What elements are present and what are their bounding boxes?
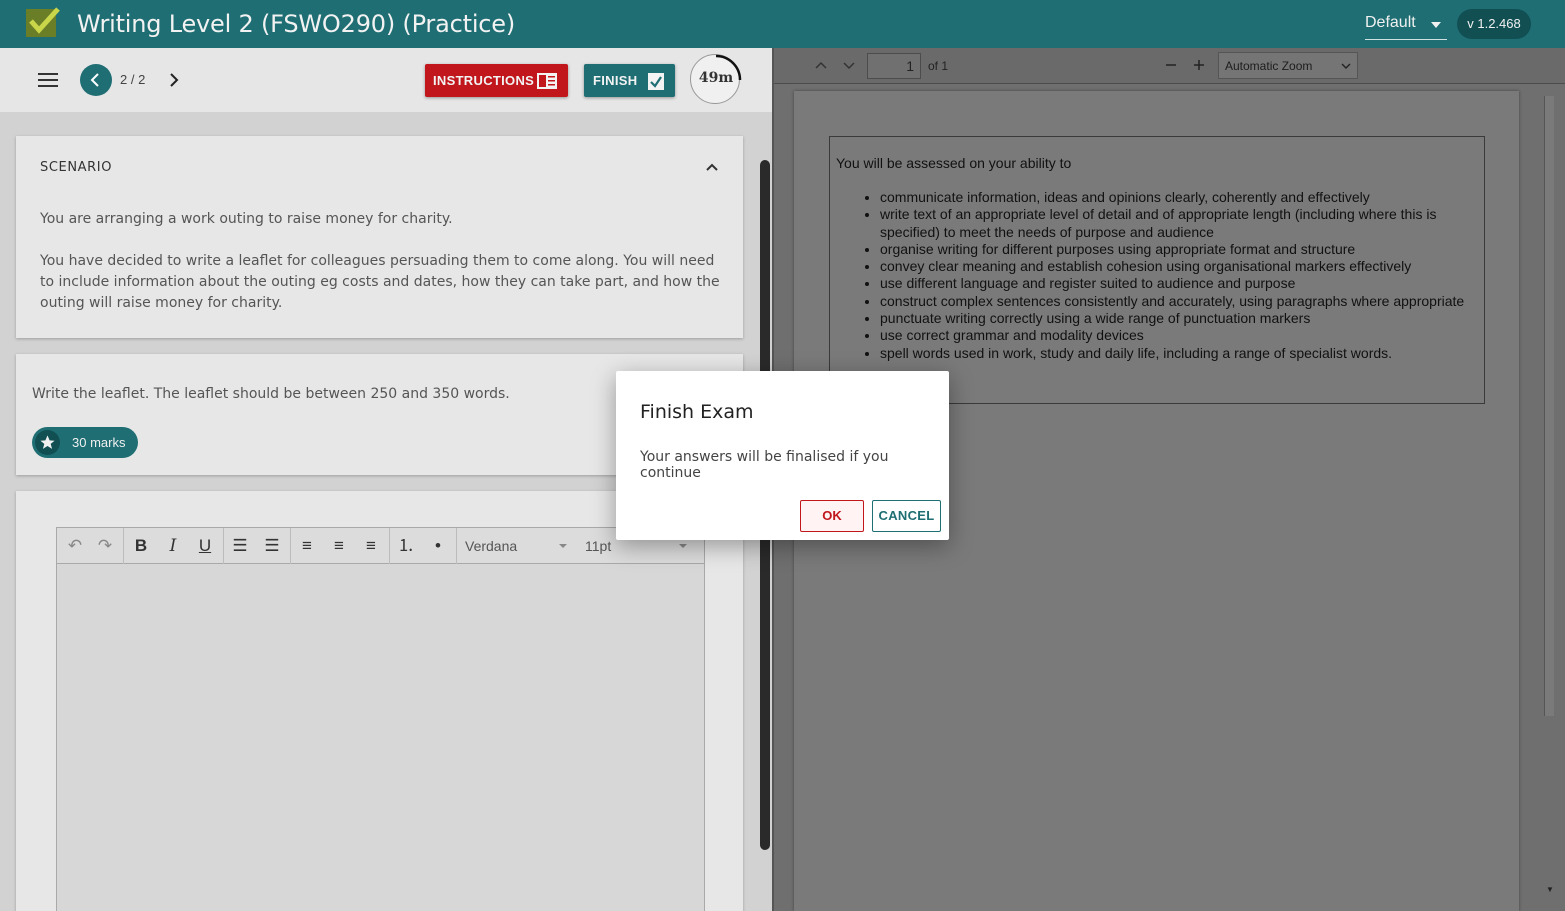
next-question-button[interactable] bbox=[160, 64, 186, 96]
align-left-icon[interactable]: ≡ bbox=[297, 536, 317, 556]
book-icon bbox=[537, 73, 557, 89]
app-title: Writing Level 2 (FSWO290) (Practice) bbox=[77, 10, 516, 38]
zoom-out-icon[interactable] bbox=[1164, 58, 1178, 72]
list-item: use correct grammar and modality devices bbox=[880, 327, 1470, 344]
instructions-button-label: INSTRUCTIONS bbox=[433, 73, 535, 88]
chevron-left-icon bbox=[90, 73, 99, 87]
pdf-scrollbar-thumb[interactable] bbox=[1544, 96, 1554, 716]
list-item: use different language and register suit… bbox=[880, 275, 1470, 292]
marks-badge: 30 marks bbox=[32, 427, 138, 458]
zoom-select-value: Automatic Zoom bbox=[1225, 59, 1313, 73]
font-size-select[interactable]: 11pt bbox=[585, 538, 685, 554]
underline-icon[interactable]: U bbox=[195, 536, 215, 556]
list-item: write text of an appropriate level of de… bbox=[880, 206, 1470, 241]
chevron-right-icon bbox=[170, 73, 179, 87]
chevron-up-icon[interactable] bbox=[705, 160, 719, 174]
pdf-page-input[interactable]: 1 bbox=[867, 53, 921, 79]
star-icon bbox=[35, 430, 60, 455]
previous-question-button[interactable] bbox=[80, 64, 112, 96]
chevron-down-icon[interactable] bbox=[842, 58, 856, 72]
theme-select-value: Default bbox=[1365, 14, 1416, 31]
list-item: convey clear meaning and establish cohes… bbox=[880, 258, 1470, 275]
pdf-scrollbar[interactable] bbox=[1544, 96, 1554, 716]
caret-down-icon bbox=[1431, 22, 1441, 28]
zoom-select[interactable]: Automatic Zoom bbox=[1218, 52, 1358, 79]
assessment-criteria-list: communicate information, ideas and opini… bbox=[880, 189, 1470, 362]
pdf-page-count: of 1 bbox=[928, 59, 949, 73]
list-item: communicate information, ideas and opini… bbox=[880, 189, 1470, 206]
finish-button-label: FINISH bbox=[593, 73, 638, 88]
list-item: spell words used in work, study and dail… bbox=[880, 345, 1470, 362]
bullet-list-icon[interactable]: • bbox=[428, 536, 448, 556]
finish-button[interactable]: FINISH bbox=[584, 64, 675, 97]
font-family-select[interactable]: Verdana bbox=[465, 538, 565, 554]
scenario-paragraph: You are arranging a work outing to raise… bbox=[40, 211, 453, 227]
indent-icon[interactable]: ☰ bbox=[262, 536, 282, 556]
align-center-icon[interactable]: ≡ bbox=[329, 536, 349, 556]
list-item: organise writing for different purposes … bbox=[880, 241, 1470, 258]
question-counter: 2 / 2 bbox=[120, 72, 146, 87]
editor-toolbar: ↶ ↷ B I U ☰ ☰ ≡ ≡ ≡ ⒈ • Verdana 11pt bbox=[57, 528, 704, 564]
scenario-heading: SCENARIO bbox=[40, 160, 113, 175]
rich-text-editor[interactable]: ↶ ↷ B I U ☰ ☰ ≡ ≡ ≡ ⒈ • Verdana 11pt bbox=[56, 527, 705, 911]
exam-timer: 49m bbox=[690, 54, 742, 104]
scroll-down-arrow-icon[interactable]: ▼ bbox=[1546, 885, 1554, 894]
scenario-panel: SCENARIO You are arranging a work outing… bbox=[16, 136, 743, 338]
assessment-criteria-box: You will be assessed on your ability to … bbox=[829, 136, 1485, 404]
instructions-button[interactable]: INSTRUCTIONS bbox=[425, 64, 568, 97]
undo-icon[interactable]: ↶ bbox=[65, 536, 85, 556]
timer-value: 49m bbox=[698, 70, 734, 86]
marks-label: 30 marks bbox=[72, 435, 126, 450]
pdf-toolbar: 1 of 1 Automatic Zoom bbox=[774, 48, 1565, 84]
caret-down-icon bbox=[679, 544, 687, 548]
finish-exam-dialog: Finish Exam Your answers will be finalis… bbox=[616, 371, 949, 540]
menu-icon[interactable] bbox=[38, 73, 58, 87]
bold-icon[interactable]: B bbox=[131, 536, 151, 556]
question-toolbar: 2 / 2 INSTRUCTIONS FINISH 49m bbox=[0, 48, 772, 112]
outdent-icon[interactable]: ☰ bbox=[230, 536, 250, 556]
align-right-icon[interactable]: ≡ bbox=[361, 536, 381, 556]
scenario-paragraph: You have decided to write a leaflet for … bbox=[40, 253, 720, 311]
numbered-list-icon[interactable]: ⒈ bbox=[396, 536, 416, 556]
zoom-in-icon[interactable] bbox=[1192, 58, 1206, 72]
version-badge: v 1.2.468 bbox=[1457, 9, 1531, 39]
chevron-up-icon[interactable] bbox=[814, 58, 828, 72]
question-text: Write the leaflet. The leaflet should be… bbox=[32, 386, 510, 402]
chevron-down-icon bbox=[1341, 63, 1351, 69]
cancel-button[interactable]: CANCEL bbox=[872, 500, 941, 532]
assessment-intro: You will be assessed on your ability to bbox=[836, 155, 1072, 171]
redo-icon[interactable]: ↷ bbox=[95, 536, 115, 556]
list-item: construct complex sentences consistently… bbox=[880, 293, 1470, 310]
caret-down-icon bbox=[559, 544, 567, 548]
ok-button[interactable]: OK bbox=[800, 500, 864, 532]
answer-panel: ↶ ↷ B I U ☰ ☰ ≡ ≡ ≡ ⒈ • Verdana 11pt bbox=[16, 491, 743, 911]
app-logo-icon bbox=[26, 7, 60, 37]
list-item: punctuate writing correctly using a wide… bbox=[880, 310, 1470, 327]
dialog-title: Finish Exam bbox=[640, 401, 754, 423]
dialog-message: Your answers will be finalised if you co… bbox=[640, 449, 889, 481]
app-header: Writing Level 2 (FSWO290) (Practice) Def… bbox=[0, 0, 1565, 48]
theme-select[interactable]: Default bbox=[1365, 10, 1447, 40]
italic-icon[interactable]: I bbox=[163, 536, 183, 556]
clipboard-check-icon bbox=[648, 73, 664, 90]
